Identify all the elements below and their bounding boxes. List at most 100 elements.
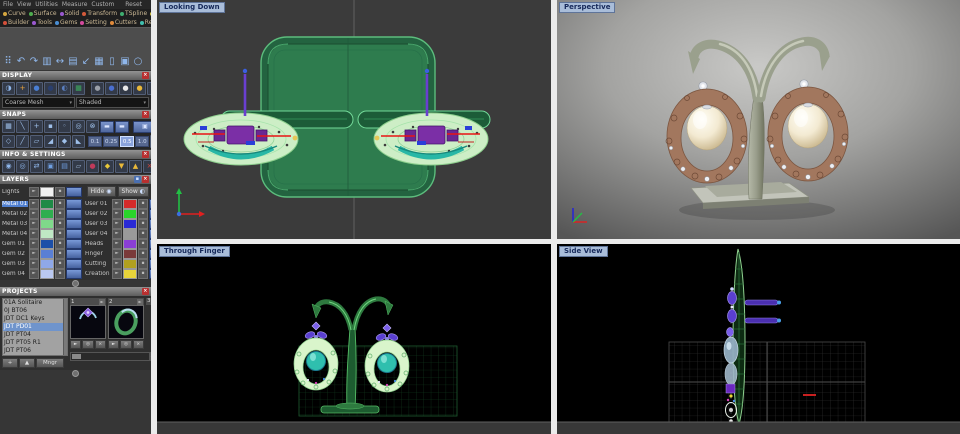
viewport-side-view[interactable]: Side View <box>557 244 960 434</box>
layer-expand-button[interactable]: ► <box>29 268 39 279</box>
layer-color-swatch[interactable] <box>123 228 137 239</box>
hide-button[interactable]: Hide ◉ <box>86 186 116 197</box>
project-item[interactable]: JDT PD01 <box>3 323 67 331</box>
delete-project-button[interactable]: × <box>94 340 106 349</box>
layer-name[interactable]: Metal 03 <box>2 221 28 227</box>
info-settings-panel-header[interactable]: INFO & SETTINGS × <box>0 150 151 159</box>
layer-lock-icon[interactable]: ▪ <box>138 208 148 219</box>
layer-color-swatch[interactable] <box>123 218 137 229</box>
ghost-sphere-icon[interactable]: ● <box>91 81 104 95</box>
layer-expand-button[interactable]: ► <box>112 258 122 269</box>
manager-button[interactable]: Mngr <box>36 358 64 368</box>
viewport-label[interactable]: Looking Down <box>159 2 225 13</box>
layer-color-swatch[interactable] <box>40 228 54 239</box>
project-item[interactable]: JDT DC1 Keys <box>3 315 67 323</box>
layer-lock-icon[interactable]: ▪ <box>55 228 65 239</box>
layer-name[interactable]: Gem 02 <box>2 251 28 257</box>
pan-icon[interactable]: ↔ <box>54 56 66 69</box>
layer-name[interactable]: Gem 01 <box>2 241 28 247</box>
layer-expand-button[interactable]: ► <box>29 228 39 239</box>
layer-expand-button[interactable]: ► <box>112 268 122 279</box>
layer-lock-icon[interactable]: ▪ <box>138 198 148 209</box>
project-slot-2[interactable]: 2 ► ► ◎ × <box>108 298 144 349</box>
notes-icon[interactable]: ▱ <box>72 160 85 173</box>
layer-color-swatch[interactable] <box>123 258 137 269</box>
menu-item-measure[interactable]: Measure <box>62 1 88 8</box>
layer-color-swatch[interactable] <box>40 198 54 209</box>
shading-mode-dropdown[interactable]: Shaded ▾ <box>76 97 149 108</box>
project-snap-icon[interactable]: ◢ <box>44 135 57 148</box>
layer-color-swatch[interactable] <box>40 208 54 219</box>
swirl-sphere-icon[interactable]: ◐ <box>58 81 71 95</box>
layer-color-swatch[interactable] <box>40 268 54 279</box>
menu-item-file[interactable]: File <box>3 1 13 8</box>
gem-weight-icon[interactable]: ◆ <box>101 160 114 173</box>
layers-panel-header[interactable]: LAYERS ▪ × <box>0 175 151 184</box>
layer-lock-icon[interactable]: ▪ <box>55 186 65 197</box>
layer-expand-button[interactable]: ► <box>29 248 39 259</box>
page-info-icon[interactable]: ▤ <box>58 160 71 173</box>
ribbon-tab-gems[interactable]: Gems <box>54 19 78 26</box>
split-view-icon[interactable]: ▯ <box>106 56 118 69</box>
layer-expand-button[interactable]: ► <box>29 198 39 209</box>
tangent-snap-icon[interactable]: ╱ <box>16 135 29 148</box>
layer-name[interactable]: Gem 03 <box>2 261 28 267</box>
looking-down-canvas[interactable] <box>157 0 551 239</box>
intersection-snap-icon[interactable]: ⊗ <box>86 120 99 133</box>
project-scrollbar[interactable]: + <box>70 352 151 361</box>
import-settings-icon[interactable]: ▲ <box>129 160 142 173</box>
track-snap-icon[interactable]: ◣ <box>72 135 85 148</box>
selection-dots-icon[interactable]: ⠿ <box>2 56 14 69</box>
menu-item-view[interactable]: View <box>17 1 31 8</box>
ortho-toggle-button[interactable]: ▬ <box>100 120 114 133</box>
layer-name[interactable]: Metal 04 <box>2 231 28 237</box>
minimize-icon[interactable]: ▪ <box>134 176 141 183</box>
layer-lock-icon[interactable]: ▪ <box>55 268 65 279</box>
measure-info-icon[interactable]: ◎ <box>16 160 29 173</box>
circle-select-icon[interactable]: ○ <box>132 56 144 69</box>
viewport-label[interactable]: Perspective <box>559 2 616 13</box>
layer-name[interactable]: Lights <box>2 189 28 195</box>
center-snap-icon[interactable]: ◎ <box>72 120 85 133</box>
blue-sphere-icon[interactable]: ● <box>105 81 118 95</box>
project-slot-1[interactable]: 1 ► ► ◎ × <box>70 298 106 349</box>
layer-visibility-bar[interactable] <box>66 218 82 229</box>
viewport-perspective[interactable]: Perspective <box>557 0 960 239</box>
scrollbar-handle[interactable] <box>72 354 81 359</box>
undo-icon[interactable]: ↶ <box>15 56 27 69</box>
white-sphere-icon[interactable]: ● <box>119 81 132 95</box>
select-info-icon[interactable]: ◉ <box>2 160 15 173</box>
layer-expand-button[interactable]: ► <box>112 218 122 229</box>
layer-color-swatch[interactable] <box>40 238 54 249</box>
through-finger-canvas[interactable] <box>157 244 551 434</box>
layer-color-swatch[interactable] <box>123 248 137 259</box>
layer-color-swatch[interactable] <box>40 218 54 229</box>
layer-name[interactable]: User 04 <box>85 231 111 237</box>
side-view-canvas[interactable] <box>557 244 960 434</box>
project-list[interactable]: 01A Solitaire 0J BT06 JDT DC1 Keys JDT PD01… <box>2 298 68 356</box>
import-arrow-icon[interactable]: ↙ <box>80 56 92 69</box>
end-snap-icon[interactable]: ◦ <box>58 120 71 133</box>
layer-expand-button[interactable]: ► <box>112 248 122 259</box>
ribbon-tab-tspline[interactable]: TSpline <box>119 10 148 17</box>
project-item[interactable]: JDT PT06 <box>3 347 67 355</box>
viewport-looking-down[interactable]: Looking Down <box>157 0 551 239</box>
planar-toggle-button[interactable]: ▬ <box>115 120 129 133</box>
layer-expand-button[interactable]: ► <box>29 208 39 219</box>
close-icon[interactable]: × <box>142 151 149 158</box>
layer-name[interactable]: Metal 02 <box>2 211 28 217</box>
layer-color-swatch[interactable] <box>123 208 137 219</box>
apply-project-button[interactable]: ► <box>70 340 82 349</box>
material-ball-icon[interactable]: ● <box>86 160 99 173</box>
zoom-window-icon[interactable]: ▦ <box>93 56 105 69</box>
layer-lock-icon[interactable]: ▪ <box>55 218 65 229</box>
ribbon-tab-solid[interactable]: Solid <box>59 10 81 17</box>
layer-visibility-bar[interactable] <box>66 238 82 249</box>
close-icon[interactable]: × <box>142 176 149 183</box>
viewport-label[interactable]: Side View <box>559 246 608 257</box>
show-button[interactable]: Show ◐ <box>117 186 149 197</box>
grid-display-icon[interactable]: ▦ <box>72 81 85 95</box>
preview-project-button[interactable]: ◎ <box>120 340 132 349</box>
close-icon[interactable]: × <box>142 288 149 295</box>
layer-visibility-bar[interactable] <box>66 208 82 219</box>
